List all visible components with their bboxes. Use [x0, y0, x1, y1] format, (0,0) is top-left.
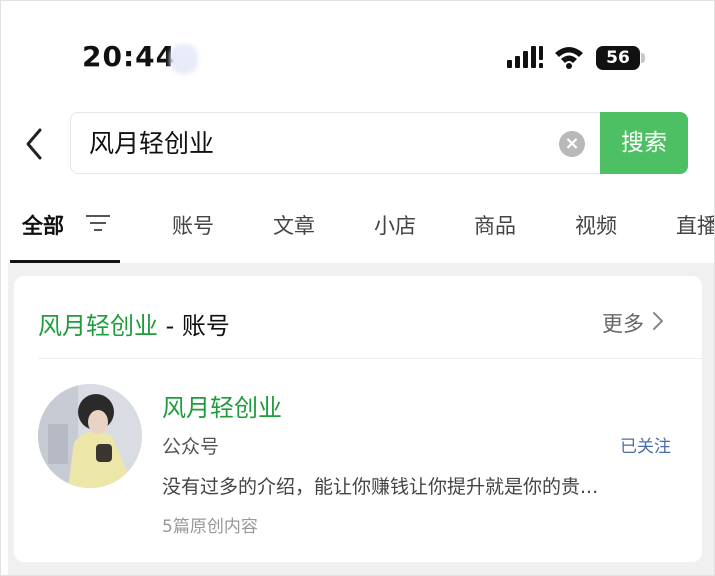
wifi-icon: [555, 47, 583, 69]
account-name[interactable]: 风月轻创业: [162, 388, 282, 423]
tab-all[interactable]: 全部: [22, 210, 64, 240]
account-description: 没有过多的介绍，能让你赚钱让你提升就是你的贵...: [162, 476, 599, 498]
search-query-text: 风月轻创业: [89, 129, 215, 158]
clear-icon[interactable]: ×: [559, 131, 585, 157]
section-title-keyword: 风月轻创业: [38, 312, 158, 340]
search-results-page: 20:44 56 风月轻创业 × 搜索 全部 账号 文章 小店 商品 视频 直播…: [0, 0, 715, 576]
follow-status[interactable]: 已关注: [620, 432, 671, 457]
chevron-right-icon: [653, 312, 663, 330]
account-result-card: 风月轻创业 - 账号 更多 风月轻创业 公众号 已关注 没有过多的介绍，能让你赚…: [14, 276, 702, 562]
divider: [38, 358, 702, 359]
tab-shops[interactable]: 小店: [374, 210, 416, 240]
cellular-signal-icon: [507, 46, 543, 68]
status-time: 20:44: [82, 40, 177, 73]
filter-icon[interactable]: [86, 214, 110, 232]
battery-level: 56: [606, 48, 630, 68]
back-arrow-icon[interactable]: [20, 124, 48, 164]
tab-live[interactable]: 直播: [676, 210, 715, 240]
article-count: 5篇原创内容: [162, 517, 258, 537]
tab-videos[interactable]: 视频: [575, 210, 617, 240]
tab-accounts[interactable]: 账号: [172, 210, 214, 240]
avatar-image: [38, 384, 142, 488]
avatar[interactable]: [38, 384, 142, 488]
status-indicator-blur: [170, 44, 198, 74]
search-input[interactable]: 风月轻创业 ×: [70, 112, 600, 174]
section-title-suffix: - 账号: [158, 312, 230, 340]
battery-icon: 56: [596, 46, 648, 70]
more-label: 更多: [602, 312, 644, 336]
tab-products[interactable]: 商品: [474, 210, 516, 240]
search-button[interactable]: 搜索: [600, 112, 688, 174]
tab-articles[interactable]: 文章: [273, 210, 315, 240]
status-bar: 20:44 56: [0, 0, 715, 100]
section-title: 风月轻创业 - 账号: [38, 306, 230, 341]
account-type: 公众号: [162, 436, 220, 458]
more-link[interactable]: 更多: [602, 308, 664, 338]
